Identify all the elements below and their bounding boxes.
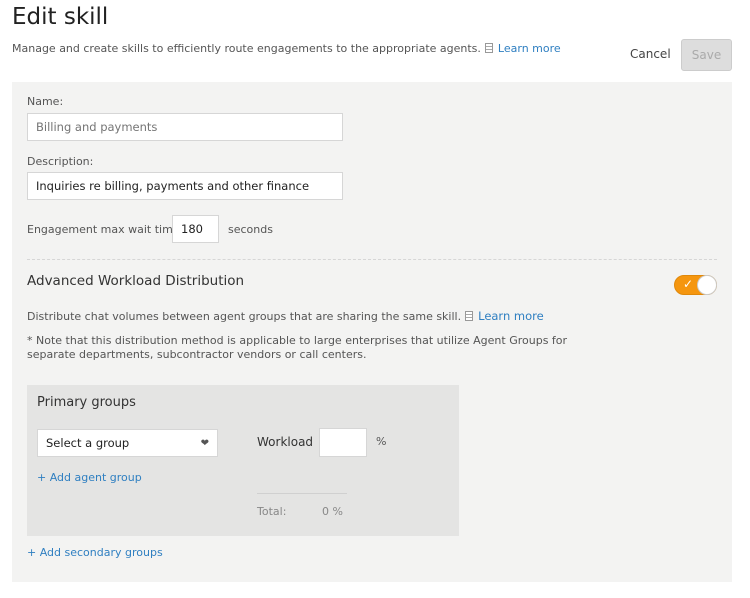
save-button[interactable]: Save: [681, 39, 732, 71]
note-line-2: separate departments, subcontractor vend…: [27, 348, 367, 361]
advanced-title: Advanced Workload Distribution: [27, 273, 245, 289]
total-value: 0 %: [322, 505, 343, 518]
cancel-button[interactable]: Cancel: [630, 47, 671, 61]
percent-label: %: [376, 435, 387, 448]
wait-time-label: Engagement max wait time: [27, 223, 180, 236]
advanced-description-text: Distribute chat volumes between agent gr…: [27, 310, 462, 323]
wait-time-input[interactable]: 180: [172, 215, 219, 243]
group-select-value: Select a group: [46, 436, 130, 450]
total-divider: [257, 493, 347, 494]
advanced-toggle[interactable]: ✓: [674, 275, 717, 295]
advanced-learn-more-link[interactable]: Learn more: [478, 309, 544, 323]
add-secondary-groups-link[interactable]: + Add secondary groups: [27, 546, 163, 559]
name-label: Name:: [27, 95, 64, 108]
chevron-down-icon: ❤: [200, 437, 209, 449]
check-icon: ✓: [683, 277, 694, 291]
document-icon: [484, 43, 493, 53]
name-input[interactable]: [27, 113, 343, 141]
subtitle-text: Manage and create skills to efficiently …: [12, 42, 481, 55]
divider: [27, 259, 717, 260]
description-input[interactable]: Inquiries re billing, payments and other…: [27, 172, 343, 200]
group-select[interactable]: Select a group ❤: [37, 429, 218, 457]
page-title: Edit skill: [12, 4, 109, 30]
total-label: Total:: [257, 505, 287, 518]
primary-groups-title: Primary groups: [37, 395, 136, 410]
note-line-1: * Note that this distribution method is …: [27, 334, 568, 347]
toggle-knob: [697, 275, 717, 295]
page-subtitle: Manage and create skills to efficiently …: [12, 42, 561, 55]
workload-label: Workload: [257, 435, 314, 449]
advanced-description: Distribute chat volumes between agent gr…: [27, 309, 544, 323]
workload-input[interactable]: [319, 428, 367, 457]
document-icon: [465, 311, 474, 321]
learn-more-link[interactable]: Learn more: [498, 42, 561, 55]
add-agent-group-link[interactable]: + Add agent group: [37, 471, 142, 484]
seconds-label: seconds: [228, 223, 273, 236]
description-label: Description:: [27, 155, 94, 168]
